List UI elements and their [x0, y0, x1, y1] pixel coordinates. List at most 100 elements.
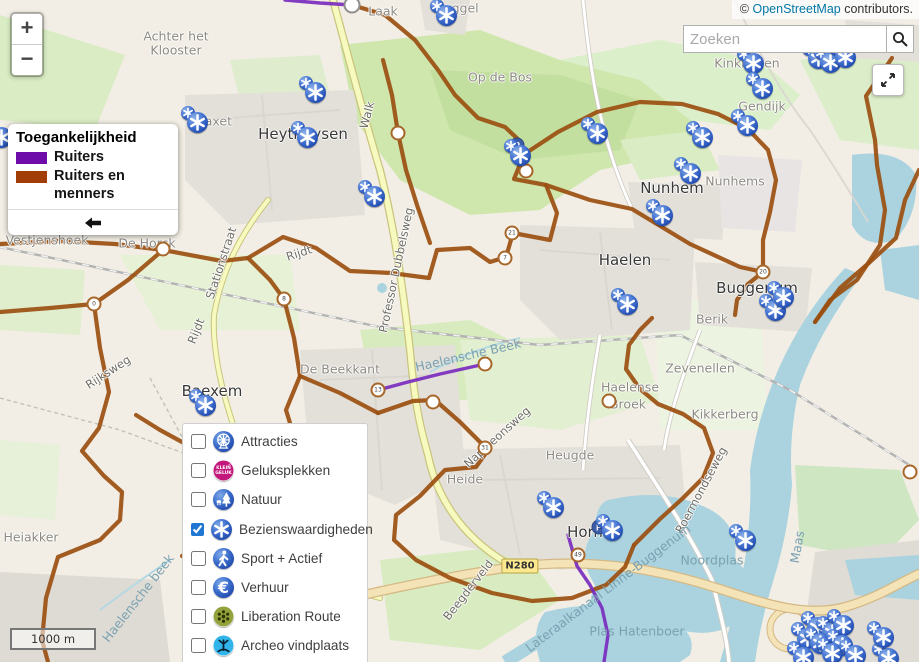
bezienswaardigheden-icon	[211, 519, 232, 540]
map-label: Zevenellen	[665, 361, 735, 376]
route-waypoint: 49	[571, 548, 586, 563]
poi-marker-bezienswaardigheid[interactable]	[194, 394, 216, 416]
map-label: Heugde	[546, 448, 595, 463]
layer-checkbox[interactable]	[191, 522, 204, 537]
poi-marker-front	[793, 647, 814, 662]
legend-color-swatch	[16, 152, 47, 164]
layer-label: Bezienswaardigheden	[239, 522, 373, 537]
poi-marker-bezienswaardigheid[interactable]	[734, 529, 756, 551]
poi-marker-front	[737, 115, 758, 136]
layer-row-geluksplekken[interactable]: KLEINGELUKGeluksplekken	[183, 456, 367, 485]
poi-marker-bezienswaardigheid[interactable]	[877, 647, 899, 662]
layer-checkbox[interactable]	[191, 638, 206, 653]
layer-label: Natuur	[241, 492, 282, 507]
poi-marker-bezienswaardigheid[interactable]	[435, 4, 457, 26]
poi-marker-bezienswaardigheid[interactable]	[296, 126, 318, 148]
map-label: Berik	[696, 312, 728, 327]
route-waypoint: 0	[87, 297, 102, 312]
openstreetmap-link[interactable]: OpenStreetMap	[752, 2, 840, 16]
poi-marker-front	[187, 112, 208, 133]
layer-row-liberation-route[interactable]: Liberation Route	[183, 602, 367, 631]
poi-marker-front	[692, 127, 713, 148]
poi-marker-front	[752, 78, 773, 99]
poi-marker-front	[873, 627, 894, 648]
search-control	[683, 25, 914, 53]
zoom-control: + −	[10, 12, 44, 77]
layer-checkbox[interactable]	[191, 463, 206, 478]
search-input[interactable]	[683, 25, 887, 53]
poi-marker-bezienswaardigheid[interactable]	[616, 293, 638, 315]
poi-marker-front	[364, 186, 385, 207]
map-label: Achter het	[143, 29, 208, 44]
poi-marker-bezienswaardigheid[interactable]	[679, 162, 701, 184]
poi-marker-front	[602, 520, 623, 541]
route-waypoint	[602, 394, 617, 409]
poi-marker-bezienswaardigheid[interactable]	[772, 286, 794, 308]
poi-marker-front	[510, 145, 531, 166]
layer-checkbox[interactable]	[191, 492, 206, 507]
verhuur-icon: €	[213, 577, 234, 598]
layer-row-verhuur[interactable]: €Verhuur	[183, 573, 367, 602]
poi-marker-front	[195, 395, 216, 416]
back-arrow-icon	[84, 217, 102, 229]
legend-item: Ruiters en menners	[16, 168, 170, 203]
map-label: Haelen	[599, 251, 652, 269]
fullscreen-button[interactable]	[872, 64, 904, 96]
route-waypoint: 8	[277, 292, 292, 307]
layer-checkbox[interactable]	[191, 434, 206, 449]
layers-panel: AttractiesKLEINGELUKGeluksplekken Natuur B…	[182, 423, 368, 662]
poi-marker-front	[587, 123, 608, 144]
legend-panel: Toegankelijkheid RuitersRuiters en menne…	[8, 124, 178, 235]
poi-marker-bezienswaardigheid[interactable]	[844, 644, 866, 662]
poi-marker-bezienswaardigheid[interactable]	[601, 519, 623, 541]
layer-row-natuur[interactable]: Natuur	[183, 485, 367, 514]
layer-row-sport-actief[interactable]: Sport + Actief	[183, 544, 367, 573]
legend-items: Ruiters Ruiters en menners	[16, 149, 170, 203]
natuur-icon	[213, 489, 234, 510]
route-waypoint: 21	[505, 226, 520, 241]
poi-marker-front	[297, 127, 318, 148]
layer-label: Sport + Actief	[241, 551, 322, 566]
zoom-in-button[interactable]: +	[12, 14, 42, 45]
layer-checkbox[interactable]	[191, 609, 206, 624]
map-label: Heiakker	[3, 530, 58, 545]
search-icon	[892, 31, 908, 47]
fullscreen-expand-icon	[879, 71, 897, 89]
poi-marker-bezienswaardigheid[interactable]	[304, 81, 326, 103]
poi-marker-bezienswaardigheid[interactable]	[651, 204, 673, 226]
attribution: © OpenStreetMap contributors.	[732, 0, 919, 19]
poi-marker-front	[652, 205, 673, 226]
map-application: HeythuysenBaexemHaelenHornBuggenumNunhem…	[0, 0, 919, 662]
map-label: Laak	[368, 4, 398, 19]
archeo-vindplaats-icon	[213, 635, 234, 656]
search-button[interactable]	[887, 25, 914, 53]
poi-marker-bezienswaardigheid[interactable]	[509, 144, 531, 166]
route-waypoint	[478, 357, 493, 372]
layer-row-archeo-vindplaats[interactable]: Archeo vindplaats	[183, 631, 367, 660]
layer-checkbox[interactable]	[191, 551, 206, 566]
poi-marker-bezienswaardigheid[interactable]	[872, 626, 894, 648]
poi-marker-bezienswaardigheid[interactable]	[751, 77, 773, 99]
legend-item-label: Ruiters	[54, 149, 104, 166]
poi-marker-bezienswaardigheid[interactable]	[363, 185, 385, 207]
scale-bar: 1000 m	[10, 628, 96, 650]
legend-back-button[interactable]	[8, 209, 178, 235]
poi-marker-front	[845, 645, 866, 662]
legend-color-swatch	[16, 171, 47, 183]
poi-marker-bezienswaardigheid[interactable]	[736, 114, 758, 136]
layer-row-attracties[interactable]: Attracties	[183, 427, 367, 456]
poi-marker-bezienswaardigheid[interactable]	[691, 126, 713, 148]
poi-marker-bezienswaardigheid[interactable]	[586, 122, 608, 144]
map-label: Noordplas	[680, 553, 743, 568]
scale-label: 1000 m	[31, 632, 75, 646]
attribution-suffix: contributors.	[844, 2, 913, 16]
poi-marker-bezienswaardigheid[interactable]	[186, 111, 208, 133]
layer-checkbox[interactable]	[191, 580, 206, 595]
layer-row-bezienswaardigheden[interactable]: Bezienswaardigheden	[183, 515, 367, 544]
zoom-out-button[interactable]: −	[12, 45, 42, 75]
poi-marker-front	[735, 530, 756, 551]
poi-marker-bezienswaardigheid[interactable]	[792, 646, 814, 662]
poi-marker-bezienswaardigheid[interactable]	[742, 52, 764, 74]
poi-marker-bezienswaardigheid[interactable]	[542, 496, 564, 518]
map-label: Kikkerberg	[691, 407, 758, 422]
